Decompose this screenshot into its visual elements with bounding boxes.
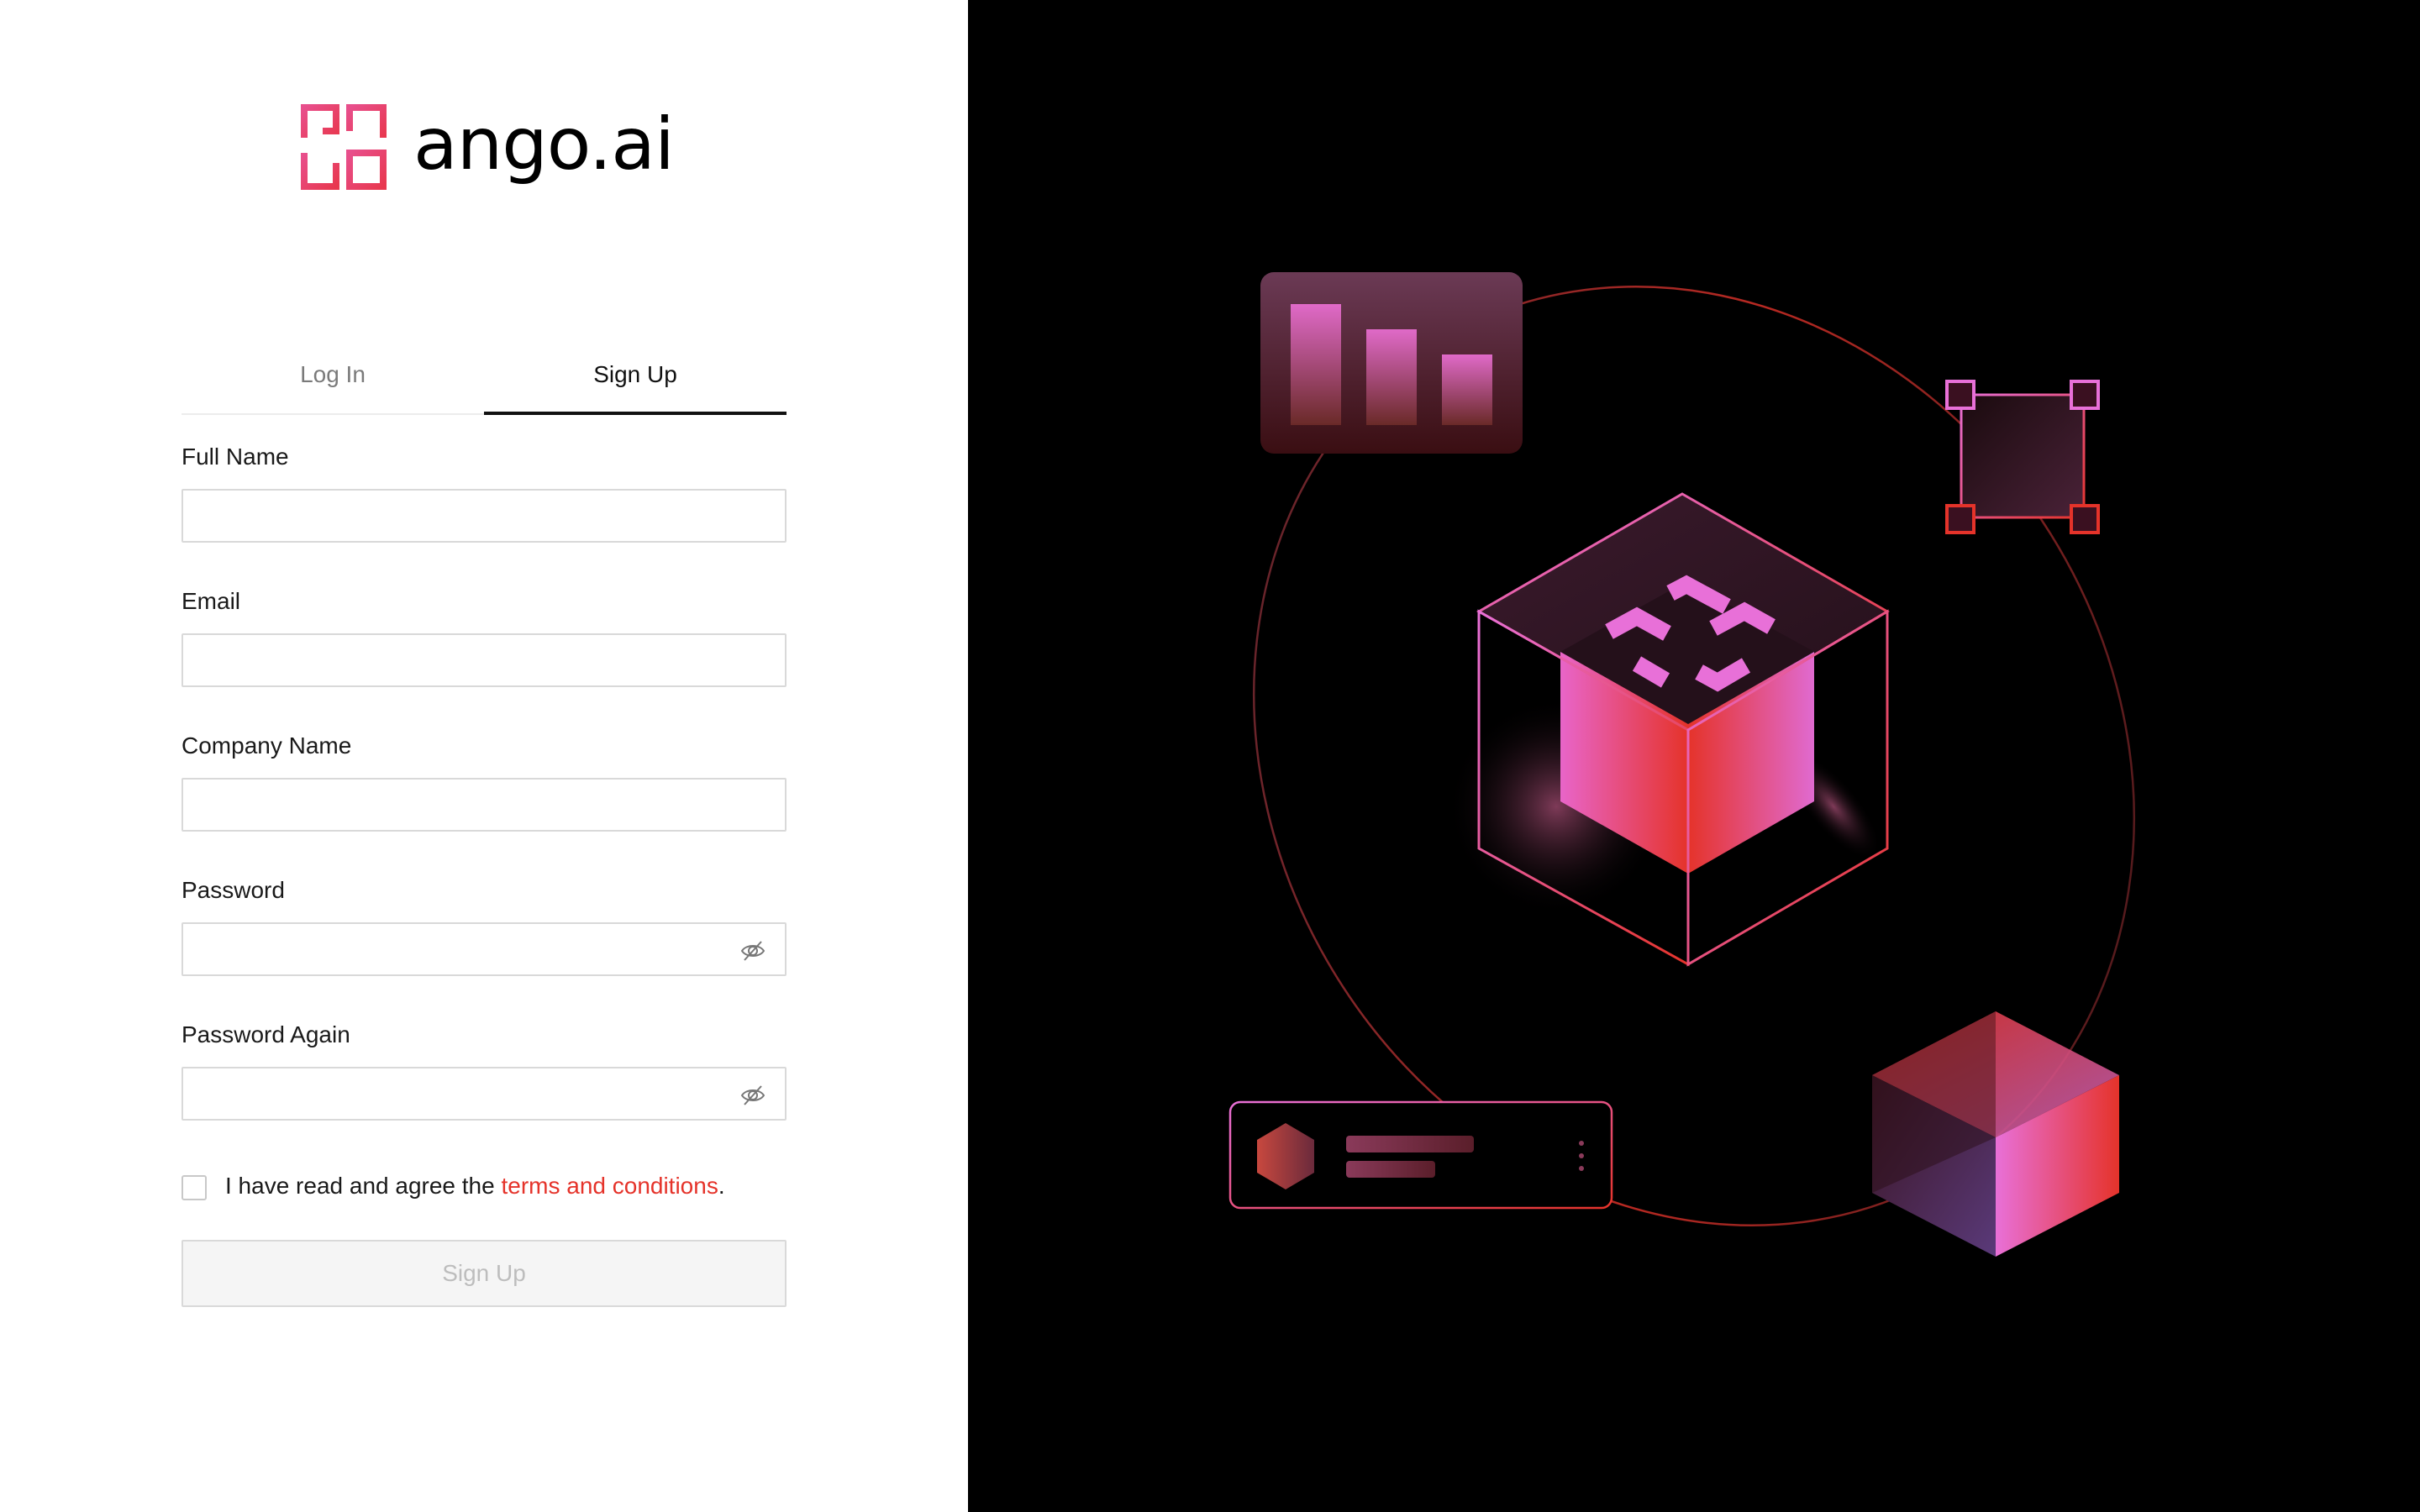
- auth-panel: ango.ai Log In Sign Up Full Name Email C…: [0, 0, 968, 1512]
- auth-tabs: Log In Sign Up: [182, 346, 786, 415]
- eye-hidden-icon[interactable]: [739, 1082, 766, 1109]
- password-again-input[interactable]: [183, 1068, 785, 1119]
- small-cube-icon: [1872, 1011, 2119, 1257]
- full-name-label: Full Name: [182, 444, 289, 470]
- tab-sign-up[interactable]: Sign Up: [484, 346, 786, 413]
- password-again-label: Password Again: [182, 1021, 350, 1047]
- terms-agreement-text: I have read and agree the terms and cond…: [225, 1173, 725, 1200]
- password-input[interactable]: [183, 924, 785, 974]
- email-field-wrap: [182, 633, 786, 687]
- eye-hidden-icon[interactable]: [739, 937, 766, 964]
- password-label: Password: [182, 877, 285, 903]
- list-item-card: [1228, 1100, 1613, 1210]
- main-cube-icon: [1447, 492, 1890, 967]
- bar-chart-card: [1260, 272, 1523, 454]
- active-tab-indicator: [484, 412, 786, 415]
- sign-up-button[interactable]: Sign Up: [182, 1240, 786, 1307]
- agree-suffix: .: [718, 1173, 725, 1199]
- password-again-field-wrap: [182, 1067, 786, 1121]
- password-field-wrap: [182, 922, 786, 976]
- terms-link[interactable]: terms and conditions: [501, 1173, 718, 1199]
- email-label: Email: [182, 588, 241, 614]
- hero-illustration: [1228, 272, 2135, 1257]
- company-name-input[interactable]: [183, 780, 785, 830]
- ango-grid-logo-icon: [301, 104, 387, 190]
- tab-log-in[interactable]: Log In: [182, 346, 484, 413]
- company-name-field-wrap: [182, 778, 786, 832]
- full-name-field-wrap: [182, 489, 786, 543]
- agree-prefix: I have read and agree the: [225, 1173, 502, 1199]
- illustration-panel: [968, 0, 2420, 1512]
- email-input[interactable]: [183, 635, 785, 685]
- full-name-input[interactable]: [183, 491, 785, 541]
- company-name-label: Company Name: [182, 732, 352, 759]
- terms-checkbox[interactable]: [182, 1175, 207, 1200]
- selection-box-icon: [1945, 380, 2100, 534]
- brand-name: ango.ai: [413, 102, 675, 186]
